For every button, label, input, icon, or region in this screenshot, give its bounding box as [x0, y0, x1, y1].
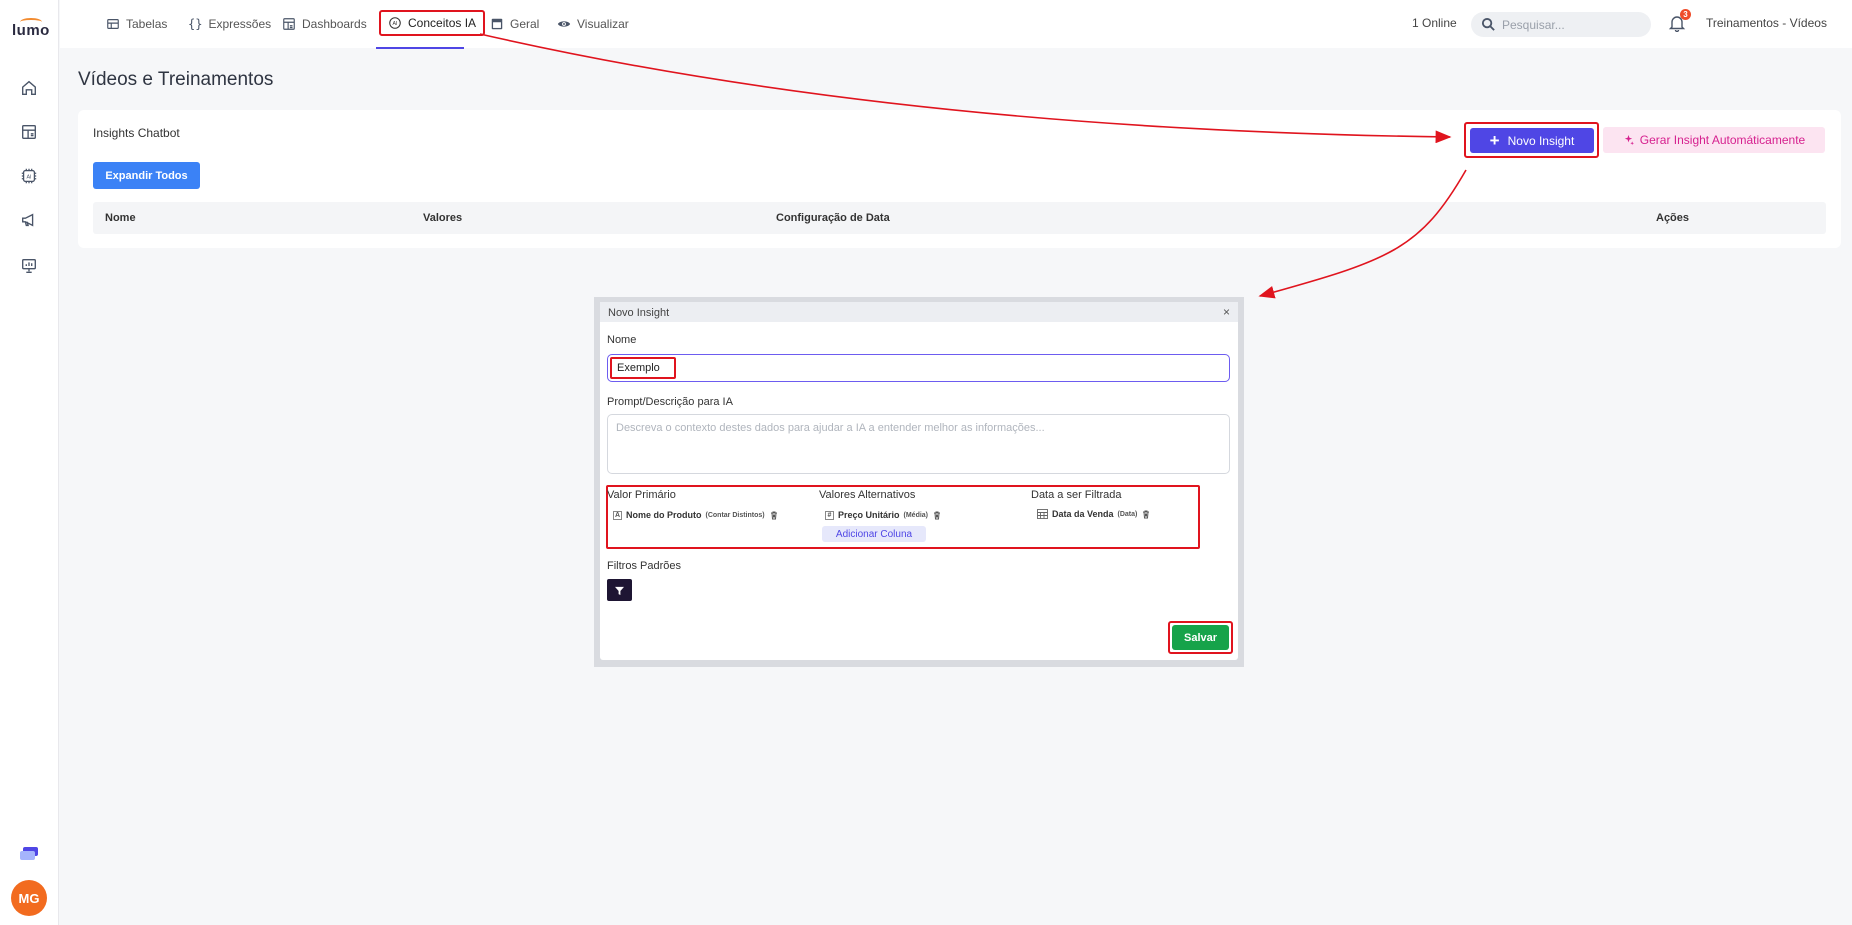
table-icon: [107, 19, 119, 29]
chip-aggregation: (Média): [903, 511, 929, 519]
megaphone-icon[interactable]: [18, 209, 40, 231]
close-icon[interactable]: ×: [1223, 305, 1230, 319]
chip-name: Data da Venda: [1052, 509, 1114, 519]
auto-insight-button[interactable]: Gerar Insight Automáticamente: [1603, 127, 1825, 153]
date-filter-label: Data a ser Filtrada: [1031, 489, 1122, 501]
tab-visualizar[interactable]: Visualizar: [557, 10, 629, 38]
default-filters-label: Filtros Padrões: [607, 560, 681, 572]
chip-name: Preço Unitário: [838, 510, 900, 520]
tab-tabelas[interactable]: Tabelas: [106, 10, 167, 38]
ai-chip-icon[interactable]: AI: [18, 165, 40, 187]
modal-header: Novo Insight ×: [600, 302, 1238, 322]
plus-icon: +: [1489, 131, 1500, 150]
search-box[interactable]: [1471, 12, 1651, 37]
trash-icon[interactable]: [1141, 509, 1151, 519]
column-header: Valores: [423, 212, 463, 224]
tab-geral[interactable]: Geral: [490, 10, 539, 38]
name-value[interactable]: Exemplo: [610, 357, 676, 379]
alternative-values-label: Valores Alternativos: [819, 489, 916, 501]
workspace-name[interactable]: Treinamentos - Vídeos: [1706, 16, 1827, 30]
user-avatar[interactable]: MG: [11, 880, 47, 916]
date-filter-chip[interactable]: Data da Venda (Data): [1037, 509, 1151, 519]
column-header: Nome: [105, 212, 136, 224]
column-header: Ações: [1656, 212, 1690, 224]
column-header: Configuração de Data: [776, 212, 890, 224]
add-column-button[interactable]: Adicionar Coluna: [822, 526, 926, 542]
sparkles-icon: [1624, 134, 1634, 145]
name-field[interactable]: [607, 354, 1230, 382]
ai-icon: AI: [389, 17, 401, 29]
tab-label: Tabelas: [126, 17, 168, 31]
chip-aggregation: (Data): [1117, 510, 1138, 518]
tab-label: Dashboards: [302, 17, 367, 31]
calendar-icon: [1037, 509, 1048, 519]
auto-insight-label: Gerar Insight Automáticamente: [1639, 133, 1806, 147]
name-label: Nome: [607, 334, 637, 346]
chip-name: Nome do Produto: [626, 510, 702, 520]
save-button[interactable]: Salvar: [1172, 625, 1229, 650]
active-tab-indicator: [376, 47, 464, 49]
prompt-label: Prompt/Descrição para IA: [607, 396, 733, 408]
table-header: Nome Valores Configuração de Data Ações: [93, 202, 1826, 234]
stack-icon[interactable]: [19, 847, 39, 861]
filter-icon: [615, 586, 624, 595]
new-insight-button[interactable]: + Novo Insight: [1470, 128, 1594, 153]
tab-dashboards[interactable]: Dashboards: [282, 10, 367, 38]
tab-label: Expressões: [208, 17, 272, 31]
add-filter-button[interactable]: [607, 579, 632, 601]
home-icon[interactable]: [18, 77, 40, 99]
app-logo[interactable]: lumo: [12, 22, 49, 39]
trash-icon[interactable]: [769, 510, 779, 520]
page-title: Vídeos e Treinamentos: [78, 69, 274, 90]
online-count: 1 Online: [1412, 16, 1457, 30]
spreadsheet-icon[interactable]: [18, 121, 40, 143]
svg-text:AI: AI: [26, 174, 31, 180]
braces-icon: {}: [188, 17, 203, 31]
number-type-icon: #: [825, 510, 834, 520]
text-type-icon: A: [613, 510, 622, 520]
tab-label: Visualizar: [577, 17, 629, 31]
sidebar: lumo AI MG: [0, 0, 59, 925]
trash-icon[interactable]: [932, 510, 942, 520]
tab-label: Conceitos IA: [408, 16, 477, 30]
new-insight-modal: Novo Insight × Nome Exemplo Prompt/Descr…: [600, 302, 1238, 660]
expand-all-button[interactable]: Expandir Todos: [93, 162, 200, 189]
search-icon: [1481, 17, 1495, 31]
modal-title: Novo Insight: [608, 307, 670, 319]
prompt-textarea[interactable]: [607, 414, 1230, 474]
search-input[interactable]: [1502, 17, 1632, 32]
presentation-icon[interactable]: [18, 255, 40, 277]
top-navigation: Tabelas {} Expressões Dashboards AI Conc…: [60, 0, 1852, 49]
tab-conceitos-ia[interactable]: AI Conceitos IA: [379, 10, 486, 36]
window-icon: [491, 18, 503, 30]
alternative-value-chip[interactable]: # Preço Unitário (Média): [825, 510, 942, 520]
eye-icon: [557, 21, 571, 27]
tab-expressoes[interactable]: {} Expressões: [188, 10, 271, 38]
dashboard-icon: [283, 18, 295, 30]
card-title: Insights Chatbot: [93, 126, 180, 140]
chip-aggregation: (Contar Distintos): [705, 511, 765, 519]
new-insight-label: Novo Insight: [1507, 133, 1575, 148]
primary-value-chip[interactable]: A Nome do Produto (Contar Distintos): [613, 510, 779, 520]
tab-label: Geral: [510, 17, 540, 31]
svg-text:AI: AI: [393, 21, 398, 27]
primary-value-label: Valor Primário: [607, 489, 676, 501]
notification-badge: 3: [1680, 9, 1691, 20]
